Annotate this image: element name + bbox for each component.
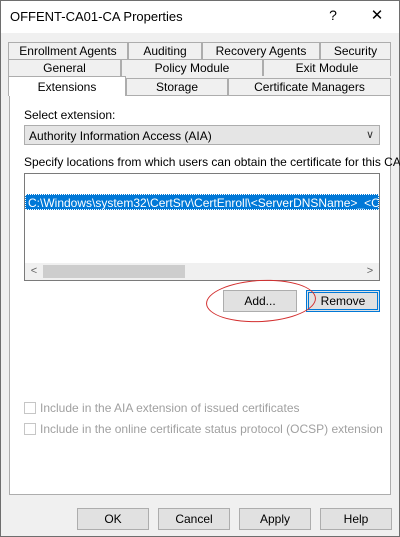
aia-checkbox[interactable] [24,402,36,414]
list-item[interactable]: C:\Windows\system32\CertSrv\CertEnroll\<… [25,194,379,210]
help-icon[interactable]: ? [323,7,343,23]
extension-dropdown[interactable]: Authority Information Access (AIA) ∨ [24,125,380,145]
ok-button[interactable]: OK [77,508,149,530]
tab-policy-module[interactable]: Policy Module [121,59,263,76]
aia-checkbox-label: Include in the AIA extension of issued c… [40,401,300,415]
tab-certificate-managers[interactable]: Certificate Managers [228,78,391,95]
scroll-right-icon[interactable]: > [363,264,377,279]
extensions-panel: Select extension: Authority Information … [9,95,400,495]
tab-general[interactable]: General [8,59,121,76]
ocsp-checkbox-row[interactable]: Include in the online certificate status… [24,422,383,438]
tab-exit-module[interactable]: Exit Module [263,59,391,76]
tab-recovery-agents[interactable]: Recovery Agents [202,42,320,59]
description-text: Specify locations from which users can o… [24,155,400,169]
apply-button[interactable]: Apply [239,508,311,530]
extension-dropdown-value: Authority Information Access (AIA) [29,129,212,143]
remove-button[interactable]: Remove [306,290,380,312]
ocsp-checkbox-label: Include in the online certificate status… [40,422,383,436]
ocsp-checkbox[interactable] [24,423,36,435]
aia-checkbox-row[interactable]: Include in the AIA extension of issued c… [24,401,324,417]
title-bar: OFFENT-CA01-CA Properties ? ✕ [1,1,399,33]
scrollbar-thumb[interactable] [43,265,185,278]
window-title: OFFENT-CA01-CA Properties [10,9,183,24]
select-extension-label: Select extension: [24,108,116,122]
tab-storage[interactable]: Storage [126,78,228,95]
close-icon[interactable]: ✕ [367,6,387,24]
tab-enrollment-agents[interactable]: Enrollment Agents [8,42,128,59]
tab-security[interactable]: Security [320,42,391,59]
properties-dialog: OFFENT-CA01-CA Properties ? ✕ Enrollment… [0,0,400,537]
locations-list[interactable]: C:\Windows\system32\CertSrv\CertEnroll\<… [24,173,380,281]
scroll-left-icon[interactable]: < [27,264,41,279]
chevron-down-icon: ∨ [365,129,374,141]
tab-extensions[interactable]: Extensions [8,76,126,96]
horizontal-scrollbar[interactable]: < > [25,263,379,280]
help-button[interactable]: Help [320,508,392,530]
tab-auditing[interactable]: Auditing [128,42,202,59]
cancel-button[interactable]: Cancel [158,508,230,530]
